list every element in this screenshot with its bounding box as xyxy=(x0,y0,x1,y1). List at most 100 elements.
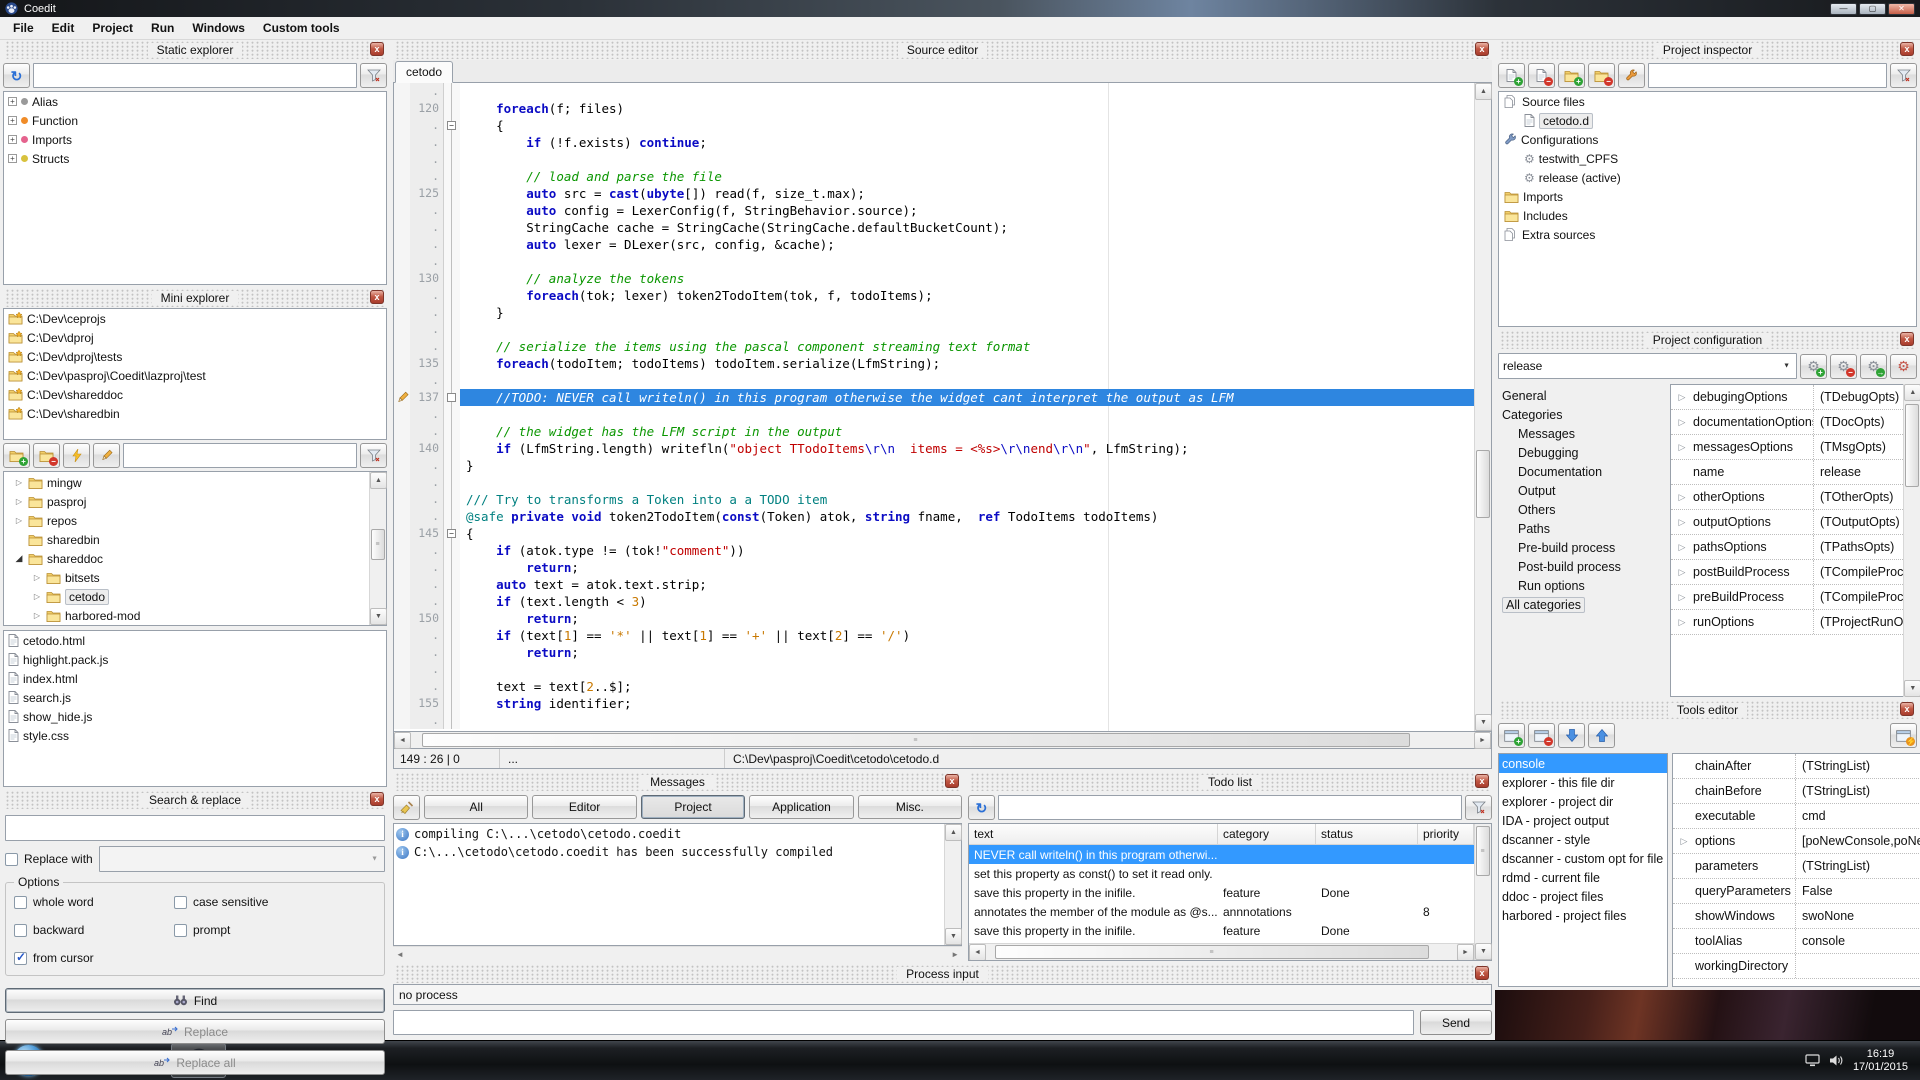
tool-item[interactable]: dscanner - style xyxy=(1499,830,1667,849)
refresh-todos-button[interactable]: ↻ xyxy=(968,795,995,820)
property-value[interactable]: (TCompileProc xyxy=(1813,585,1903,609)
property-value[interactable]: (TOutputOpts) xyxy=(1813,510,1903,534)
messages-tab-application[interactable]: Application xyxy=(749,795,853,819)
minimize-button[interactable]: — xyxy=(1830,3,1857,15)
close-icon[interactable] xyxy=(1900,332,1914,346)
code-area[interactable]: .120 foreach(f; files). {. if (!f.exists… xyxy=(394,83,1474,731)
add-favorite-button[interactable]: + xyxy=(3,443,30,468)
code-line[interactable]: . // serialize the items using the pasca… xyxy=(394,338,1474,355)
favorite-item[interactable]: C:\Dev\shareddoc xyxy=(4,385,386,404)
folder-tree-item[interactable]: ▷cetodo xyxy=(4,587,369,606)
property-row[interactable]: executablecmd xyxy=(1673,804,1920,829)
scroll-right-icon[interactable]: ► xyxy=(1457,944,1474,960)
code-line[interactable]: 130 // analyze the tokens xyxy=(394,270,1474,287)
checkbox[interactable] xyxy=(14,896,27,909)
favorite-item[interactable]: C:\Dev\dproj xyxy=(4,328,386,347)
inspector-item-configurations[interactable]: Configurations xyxy=(1499,130,1916,149)
add-source-button[interactable]: + xyxy=(1498,63,1525,88)
move-tool-up-button[interactable] xyxy=(1588,723,1615,748)
close-icon[interactable] xyxy=(945,774,959,788)
tree-item-structs[interactable]: Structs xyxy=(4,149,386,168)
folder-tree-item[interactable]: ▷bitsets xyxy=(4,568,369,587)
refresh-button[interactable]: ↻ xyxy=(3,63,30,88)
category-debugging[interactable]: Debugging xyxy=(1498,443,1666,462)
category-messages[interactable]: Messages xyxy=(1498,424,1666,443)
code-line[interactable]: 120 foreach(f; files) xyxy=(394,100,1474,117)
category-documentation[interactable]: Documentation xyxy=(1498,462,1666,481)
code-line[interactable]: .@safe private void token2TodoItem(const… xyxy=(394,508,1474,525)
property-value[interactable]: False xyxy=(1795,879,1920,903)
filter-button[interactable] xyxy=(1465,795,1492,820)
find-button[interactable]: Find xyxy=(5,988,385,1013)
property-row[interactable]: ▷options[poNewConsole,poNew xyxy=(1673,829,1920,854)
category-all-categories[interactable]: All categories xyxy=(1498,595,1666,614)
category-general[interactable]: General xyxy=(1498,386,1666,405)
scroll-down-icon[interactable]: ▼ xyxy=(370,608,387,625)
property-value[interactable]: (TProjectRunO xyxy=(1813,610,1903,634)
file-item[interactable]: show_hide.js xyxy=(4,707,386,726)
code-line[interactable]: . if (!f.exists) continue; xyxy=(394,134,1474,151)
replace-button[interactable]: ab Replace xyxy=(5,1019,385,1044)
tab-cetodo[interactable]: cetodo xyxy=(395,61,453,83)
expander-icon[interactable]: ▷ xyxy=(14,516,24,525)
property-value[interactable]: console xyxy=(1795,929,1920,953)
code-line[interactable]: 150 return; xyxy=(394,610,1474,627)
code-line[interactable]: . { xyxy=(394,117,1474,134)
inspector-item-source-files[interactable]: Source files xyxy=(1499,92,1916,111)
replace-with-checkbox[interactable] xyxy=(5,853,18,866)
property-row[interactable]: ▷documentationOptions(TDocOpts) xyxy=(1671,410,1903,435)
code-line[interactable]: ./// Try to transforms a Token into a a … xyxy=(394,491,1474,508)
editor-hscrollbar[interactable]: ◄ ≡ ► xyxy=(393,732,1492,749)
property-value[interactable]: (TPathsOpts) xyxy=(1813,535,1903,559)
close-icon[interactable] xyxy=(1475,42,1489,56)
remove-favorite-button[interactable]: − xyxy=(33,443,60,468)
code-line[interactable]: . StringCache cache = StringCache(String… xyxy=(394,219,1474,236)
code-line[interactable]: . xyxy=(394,83,1474,100)
close-icon[interactable] xyxy=(1900,702,1914,716)
todo-row[interactable]: save this property in the inifile.featur… xyxy=(969,921,1474,940)
property-row[interactable]: ▷preBuildProcess(TCompileProc xyxy=(1671,585,1903,610)
expander-icon[interactable]: ▷ xyxy=(1671,617,1693,628)
category-paths[interactable]: Paths xyxy=(1498,519,1666,538)
scroll-down-icon[interactable]: ▼ xyxy=(1475,714,1492,731)
filter-button[interactable] xyxy=(360,63,387,88)
fold-icon[interactable] xyxy=(447,529,456,538)
category-output[interactable]: Output xyxy=(1498,481,1666,500)
scroll-up-icon[interactable]: ▲ xyxy=(370,472,387,489)
tool-item[interactable]: ddoc - project files xyxy=(1499,887,1667,906)
process-input-field[interactable] xyxy=(393,1010,1414,1035)
code-line[interactable]: . xyxy=(394,372,1474,389)
close-icon[interactable] xyxy=(1900,42,1914,56)
property-row[interactable]: ▷runOptions(TProjectRunO xyxy=(1671,610,1903,635)
property-value[interactable]: (TDebugOpts) xyxy=(1813,385,1903,409)
code-line[interactable]: . xyxy=(394,321,1474,338)
property-value[interactable]: (TDocOpts) xyxy=(1813,410,1903,434)
expander-icon[interactable]: ▷ xyxy=(1671,442,1693,453)
property-value[interactable] xyxy=(1795,954,1920,978)
close-icon[interactable] xyxy=(370,290,384,304)
property-row[interactable]: ▷outputOptions(TOutputOpts) xyxy=(1671,510,1903,535)
menu-custom-tools[interactable]: Custom tools xyxy=(254,18,349,38)
taskbar-clock[interactable]: 16:19 17/01/2015 xyxy=(1853,1048,1908,1074)
expander-icon[interactable]: ▷ xyxy=(1673,836,1695,847)
scroll-down-icon[interactable]: ▼ xyxy=(1475,943,1492,960)
remove-tool-button[interactable]: − xyxy=(1528,723,1555,748)
expander-icon[interactable]: ▷ xyxy=(1671,567,1693,578)
maximize-button[interactable]: ▢ xyxy=(1859,3,1886,15)
code-line[interactable]: . xyxy=(394,253,1474,270)
filter-button[interactable] xyxy=(360,443,387,468)
scroll-left-icon[interactable]: ◄ xyxy=(969,944,986,960)
expander-icon[interactable]: ▷ xyxy=(1671,492,1693,503)
remove-source-button[interactable]: − xyxy=(1528,63,1555,88)
todo-col-status[interactable]: status xyxy=(1316,824,1418,844)
expander-icon[interactable]: ▷ xyxy=(1671,592,1693,603)
property-row[interactable]: toolAliasconsole xyxy=(1673,929,1920,954)
expander-icon[interactable]: ▷ xyxy=(32,611,42,620)
expand-icon[interactable] xyxy=(8,135,17,144)
property-row[interactable]: chainAfter(TStringList) xyxy=(1673,754,1920,779)
code-line[interactable]: . } xyxy=(394,304,1474,321)
property-value[interactable]: (TStringList) xyxy=(1795,754,1920,778)
tool-item[interactable]: IDA - project output xyxy=(1499,811,1667,830)
code-line[interactable]: .} xyxy=(394,457,1474,474)
input-indicator-icon[interactable] xyxy=(1805,1054,1820,1067)
